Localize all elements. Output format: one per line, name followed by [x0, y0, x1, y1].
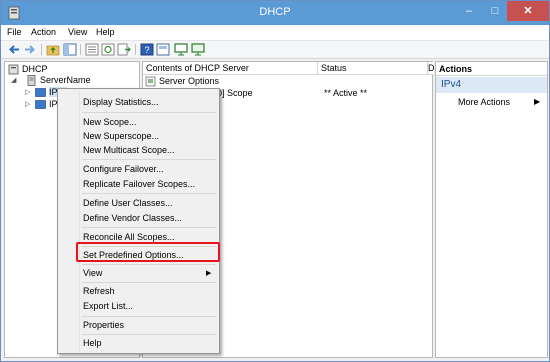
- expand-triangle-icon[interactable]: ▷: [25, 88, 30, 96]
- export-list-icon[interactable]: [117, 43, 131, 56]
- context-menu: Display Statistics... New Scope... New S…: [57, 88, 220, 354]
- menu-item-new-superscope[interactable]: New Superscope...: [83, 131, 159, 141]
- dhcp-root-icon: [8, 64, 19, 75]
- tree-node-server[interactable]: ◢ ServerName: [8, 75, 128, 87]
- column-header-contents[interactable]: Contents of DHCP Server: [143, 62, 318, 75]
- menu-item-define-user-classes[interactable]: Define User Classes...: [83, 198, 173, 208]
- server-icon: [27, 75, 36, 86]
- more-actions-link[interactable]: More Actions: [458, 97, 510, 107]
- menu-separator: [82, 159, 216, 160]
- menu-separator: [82, 264, 216, 265]
- submenu-arrow-icon[interactable]: ▶: [534, 97, 540, 106]
- menu-separator: [82, 316, 216, 317]
- toolbar-separator: [135, 44, 136, 55]
- menu-separator: [82, 282, 216, 283]
- menu-item-new-multicast-scope[interactable]: New Multicast Scope...: [83, 145, 175, 155]
- ipv6-icon: [35, 100, 46, 109]
- minimize-button[interactable]: –: [455, 1, 483, 21]
- title-bar[interactable]: DHCP – □ ✕: [1, 1, 549, 25]
- collapse-triangle-icon[interactable]: ◢: [11, 76, 16, 84]
- menu-file[interactable]: File: [7, 27, 22, 37]
- up-folder-icon[interactable]: [46, 43, 60, 56]
- menu-help[interactable]: Help: [96, 27, 115, 37]
- help-icon[interactable]: ?: [140, 43, 154, 56]
- menu-view[interactable]: View: [68, 27, 87, 37]
- tree-label: DHCP: [22, 64, 48, 74]
- toolbar: ?: [1, 41, 549, 59]
- menu-separator: [82, 193, 216, 194]
- menu-item-help[interactable]: Help: [83, 338, 102, 348]
- menu-separator: [82, 334, 216, 335]
- column-header-status[interactable]: Status: [318, 62, 428, 75]
- ipv4-icon: [35, 88, 46, 97]
- highlight-box: [76, 242, 220, 262]
- actions-pane: Actions IPv4 More Actions ▶: [435, 61, 548, 358]
- menu-bar: File Action View Help: [1, 25, 549, 41]
- actions-section-ipv4[interactable]: IPv4: [436, 77, 547, 93]
- unauthorize-server-icon[interactable]: [191, 43, 205, 56]
- properties-icon[interactable]: [156, 43, 170, 56]
- forward-arrow-icon[interactable]: [23, 43, 37, 56]
- toolbar-separator: [80, 44, 81, 55]
- list-item-name: Server Options: [159, 76, 220, 86]
- menu-item-refresh[interactable]: Refresh: [83, 286, 115, 296]
- submenu-arrow-icon: ▶: [206, 270, 212, 277]
- refresh-icon[interactable]: [101, 43, 115, 56]
- menu-item-reconcile-all-scopes[interactable]: Reconcile All Scopes...: [83, 232, 175, 242]
- tree-label: ServerName: [40, 75, 91, 85]
- menu-action[interactable]: Action: [31, 27, 56, 37]
- menu-item-export-list[interactable]: Export List...: [83, 301, 133, 311]
- show-hide-tree-icon[interactable]: [63, 43, 77, 56]
- menu-separator: [82, 227, 216, 228]
- menu-item-new-scope[interactable]: New Scope...: [83, 117, 137, 127]
- menu-item-replicate-failover-scopes[interactable]: Replicate Failover Scopes...: [83, 179, 195, 189]
- menu-separator: [82, 112, 216, 113]
- list-item[interactable]: Server Options: [145, 76, 430, 88]
- expand-triangle-icon[interactable]: ▷: [25, 100, 30, 108]
- menu-item-define-vendor-classes[interactable]: Define Vendor Classes...: [83, 213, 182, 223]
- list-item-status: ** Active **: [324, 88, 368, 98]
- actions-header: Actions: [436, 62, 547, 76]
- dhcp-window: DHCP – □ ✕ File Action View Help ? DHCP: [0, 0, 550, 362]
- server-options-icon: [145, 76, 156, 87]
- list-icon[interactable]: [85, 43, 99, 56]
- column-header-description[interactable]: D: [428, 62, 435, 75]
- close-button[interactable]: ✕: [507, 1, 549, 21]
- context-menu-gutter: [79, 91, 80, 351]
- toolbar-separator: [41, 44, 42, 55]
- authorize-server-icon[interactable]: [174, 43, 188, 56]
- menu-item-configure-failover[interactable]: Configure Failover...: [83, 164, 164, 174]
- menu-item-display-statistics[interactable]: Display Statistics...: [83, 97, 159, 107]
- menu-item-view[interactable]: View: [83, 268, 102, 278]
- menu-item-properties[interactable]: Properties: [83, 320, 124, 330]
- svg-text:?: ?: [144, 45, 149, 55]
- maximize-button[interactable]: □: [483, 1, 507, 21]
- back-arrow-icon[interactable]: [7, 43, 21, 56]
